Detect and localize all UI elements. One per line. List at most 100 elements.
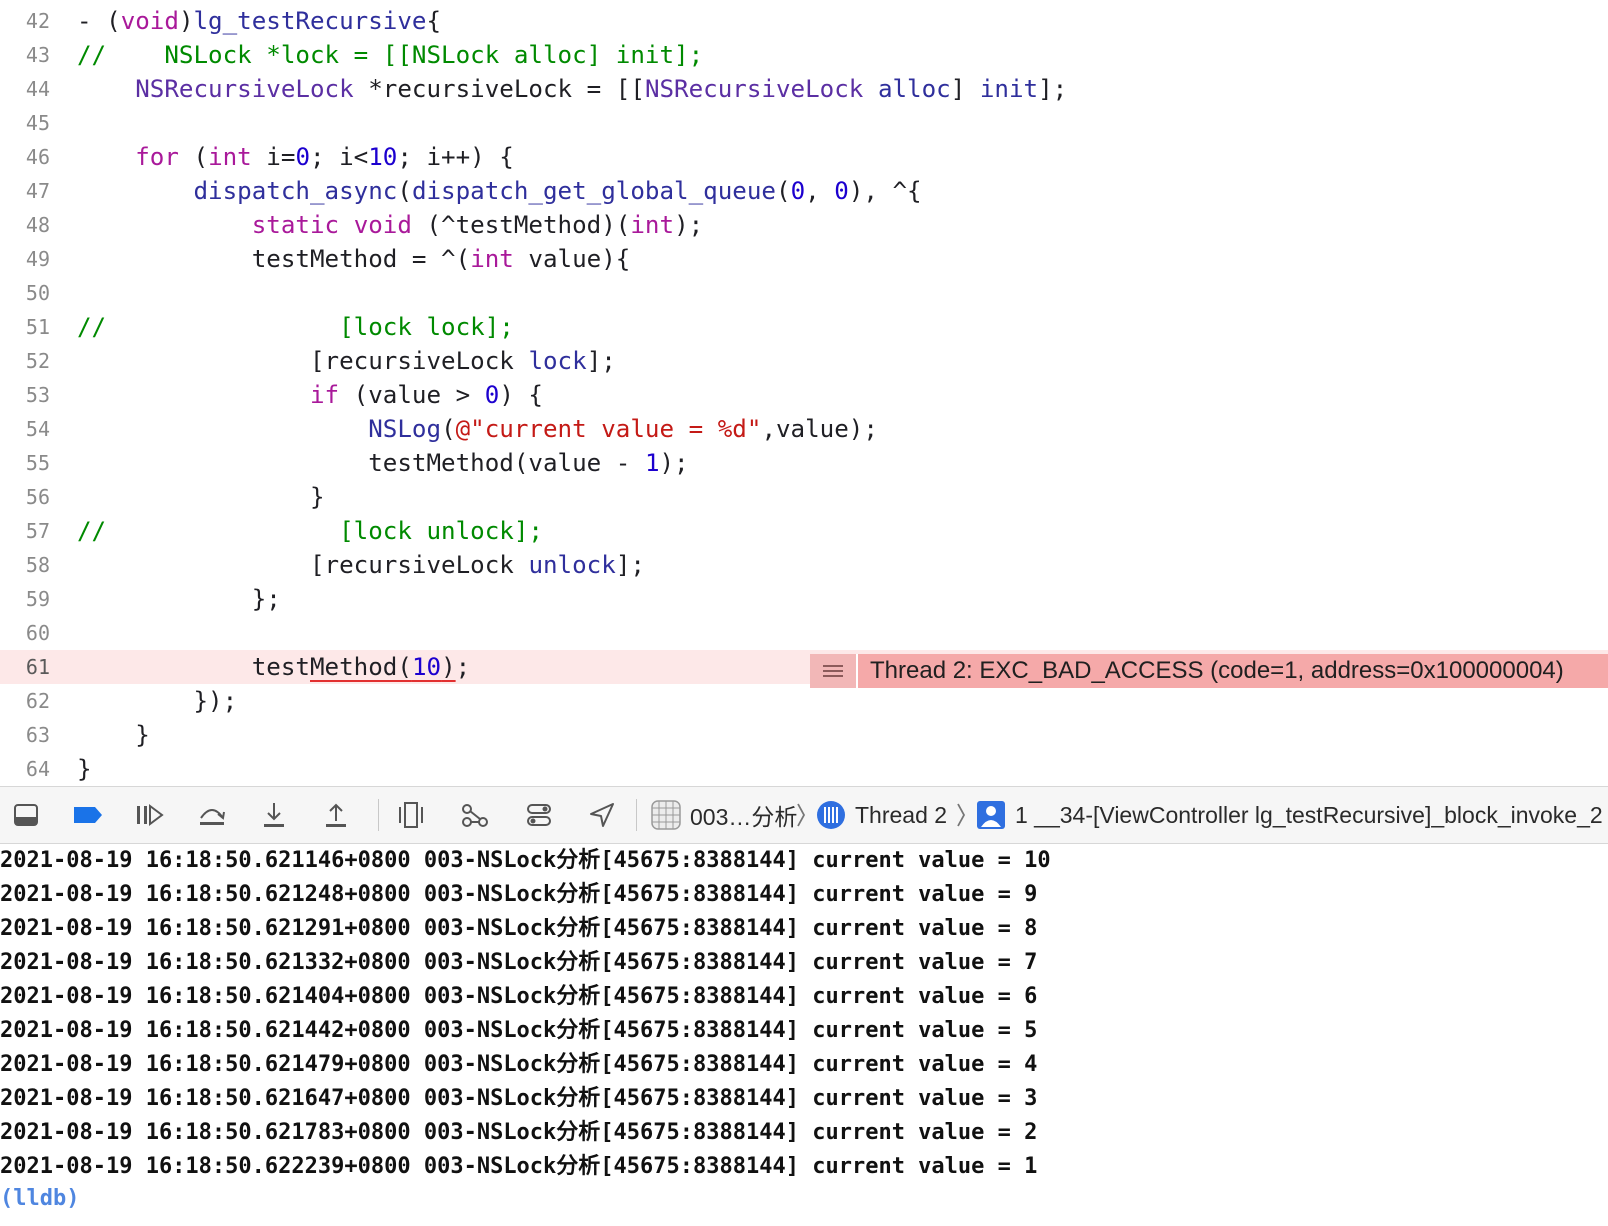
code-token: (^testMethod)( [411, 211, 631, 239]
breadcrumb-thread[interactable]: Thread 2 [855, 787, 947, 843]
line-number[interactable]: 56 [0, 480, 50, 514]
environment-overrides-button[interactable] [521, 797, 557, 833]
lldb-prompt[interactable]: (lldb) [0, 1182, 79, 1216]
code-line[interactable]: 58 [recursiveLock unlock]; [0, 548, 1608, 582]
line-number[interactable]: 51 [0, 310, 50, 344]
code-token: dispatch_async [193, 177, 398, 205]
line-number[interactable]: 42 [0, 4, 50, 38]
code-token: NSRecursiveLock [135, 75, 354, 103]
breakpoints-toggle-button[interactable] [70, 797, 106, 833]
step-over-button[interactable] [194, 797, 230, 833]
code-line[interactable]: 44 NSRecursiveLock *recursiveLock = [[NS… [0, 72, 1608, 106]
line-number[interactable]: 54 [0, 412, 50, 446]
line-number[interactable]: 43 [0, 38, 50, 72]
breadcrumb-frame[interactable]: 1 __34-[ViewController lg_testRecursive]… [1015, 787, 1603, 843]
code-token: - ( [77, 7, 121, 35]
debug-console[interactable]: 2021-08-19 16:18:50.621146+0800 003-NSLo… [0, 844, 1608, 1226]
code-token: i= [251, 143, 296, 171]
code-line[interactable]: 45 [0, 106, 1608, 140]
code-line[interactable]: 63 } [0, 718, 1608, 752]
code-token: int [208, 143, 252, 171]
console-line: 2021-08-19 16:18:50.621647+0800 003-NSLo… [0, 1086, 1038, 1111]
code-token: }; [77, 585, 281, 613]
line-number[interactable]: 61 [0, 650, 50, 684]
line-number[interactable]: 59 [0, 582, 50, 616]
code-token: } [77, 755, 92, 783]
code-token: ) [441, 653, 456, 681]
chevron-right-icon [797, 803, 806, 827]
code-line[interactable]: 56 } [0, 480, 1608, 514]
code-token: alloc [877, 75, 951, 103]
code-token: // [lock lock]; [77, 313, 514, 341]
line-number[interactable]: 55 [0, 446, 50, 480]
code-token: test [77, 653, 310, 681]
line-number[interactable]: 49 [0, 242, 50, 276]
error-annotation[interactable]: Thread 2: EXC_BAD_ACCESS (code=1, addres… [810, 654, 1608, 688]
line-number[interactable]: 63 [0, 718, 50, 752]
code-token: static [251, 211, 340, 239]
line-number[interactable]: 45 [0, 106, 50, 140]
code-line[interactable]: 64} [0, 752, 1608, 786]
code-line[interactable]: 54 NSLog(@"current value = %d",value); [0, 412, 1608, 446]
simulate-location-button[interactable] [584, 797, 620, 833]
console-line: 2021-08-19 16:18:50.621479+0800 003-NSLo… [0, 1052, 1038, 1077]
console-line: 2021-08-19 16:18:50.621248+0800 003-NSLo… [0, 882, 1038, 907]
line-number[interactable]: 57 [0, 514, 50, 548]
code-text: dispatch_async(dispatch_get_global_queue… [77, 174, 922, 208]
memory-graph-button[interactable] [457, 797, 493, 833]
line-number[interactable]: 52 [0, 344, 50, 378]
code-line[interactable]: 53 if (value > 0) { [0, 378, 1608, 412]
line-number[interactable]: 64 [0, 752, 50, 786]
line-number[interactable]: 50 [0, 276, 50, 310]
code-token: ] [950, 75, 980, 103]
line-number[interactable]: 58 [0, 548, 50, 582]
line-number[interactable]: 48 [0, 208, 50, 242]
list-icon[interactable] [810, 654, 858, 688]
code-text: NSLog(@"current value = %d",value); [77, 412, 878, 446]
step-out-button[interactable] [318, 797, 354, 833]
continue-button[interactable] [131, 797, 167, 833]
code-line[interactable]: 60 [0, 616, 1608, 650]
code-token: // [lock unlock]; [77, 517, 543, 545]
breadcrumb-process[interactable]: 003…分析 [690, 787, 797, 843]
view-hierarchy-button[interactable] [393, 797, 429, 833]
code-token: testMethod = ^( [77, 245, 471, 273]
code-token: testMethod(value - [77, 449, 645, 477]
line-number[interactable]: 62 [0, 684, 50, 718]
code-line[interactable]: 52 [recursiveLock lock]; [0, 344, 1608, 378]
code-line[interactable]: 43 // NSLock *lock = [[NSLock alloc] init… [0, 38, 1608, 72]
chevron-right-icon [957, 803, 966, 827]
line-number[interactable]: 47 [0, 174, 50, 208]
line-number[interactable]: 46 [0, 140, 50, 174]
console-line: 2021-08-19 16:18:50.621442+0800 003-NSLo… [0, 1018, 1038, 1043]
code-line[interactable]: 55 testMethod(value - 1); [0, 446, 1608, 480]
code-token: ]; [615, 551, 645, 579]
code-text: // [lock lock]; [77, 310, 514, 344]
code-line[interactable]: 62 }); [0, 684, 1608, 718]
hide-debug-area-button[interactable] [8, 797, 44, 833]
line-number[interactable]: 53 [0, 378, 50, 412]
view-hierarchy-icon [399, 802, 423, 828]
code-token: ); [674, 211, 704, 239]
code-line[interactable]: 49 testMethod = ^(int value){ [0, 242, 1608, 276]
code-line[interactable]: 50 [0, 276, 1608, 310]
code-line[interactable]: 47 dispatch_async(dispatch_get_global_qu… [0, 174, 1608, 208]
line-number[interactable]: 60 [0, 616, 50, 650]
code-line[interactable]: 59 }; [0, 582, 1608, 616]
code-token: // NSLock *lock = [[NSLock alloc] init]; [77, 41, 704, 69]
step-into-button[interactable] [256, 797, 292, 833]
line-number[interactable]: 44 [0, 72, 50, 106]
code-line[interactable]: 48 static void (^testMethod)(int); [0, 208, 1608, 242]
code-line[interactable]: 57 // [lock unlock]; [0, 514, 1608, 548]
code-token: lg_testRecursive [193, 7, 427, 35]
code-line[interactable]: 46 for (int i=0; i<10; i++) { [0, 140, 1608, 174]
code-line[interactable]: 51 // [lock lock]; [0, 310, 1608, 344]
code-token: ; i< [310, 143, 369, 171]
code-line[interactable]: 42 - (void)lg_testRecursive{ [0, 4, 1608, 38]
code-token: *recursiveLock = [[ [353, 75, 645, 103]
